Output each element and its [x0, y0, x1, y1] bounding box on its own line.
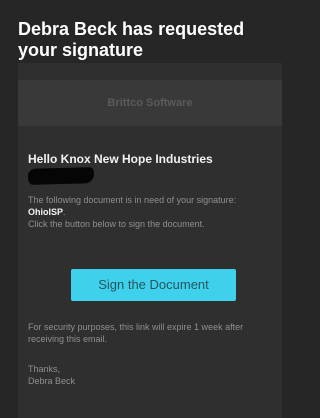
request-intro-suffix: .	[63, 207, 66, 217]
request-intro-text: The following document is in need of you…	[28, 195, 237, 205]
request-title: Debra Beck has requested your signature	[18, 19, 245, 60]
sign-document-button[interactable]: Sign the Document	[71, 269, 236, 301]
brand-name: Brittco Software	[107, 97, 193, 109]
sender-name: Debra Beck	[28, 376, 76, 386]
greeting: Hello Knox New Hope Industries	[28, 152, 213, 166]
email-preview-screen: Debra Beck has requested your signature …	[0, 0, 301, 418]
signoff: Thanks,	[28, 364, 61, 374]
brand-bar: Brittco Software	[18, 80, 282, 126]
document-request-text: The following document is in need of you…	[28, 194, 268, 218]
email-card: Brittco Software Hello Knox New Hope Ind…	[18, 63, 282, 418]
security-note: For security purposes, this link will ex…	[28, 322, 244, 344]
redaction-mark	[27, 167, 95, 185]
document-name: OhioISP	[28, 207, 64, 217]
sign-instruction-text: Click the button below to sign the docum…	[28, 219, 205, 229]
